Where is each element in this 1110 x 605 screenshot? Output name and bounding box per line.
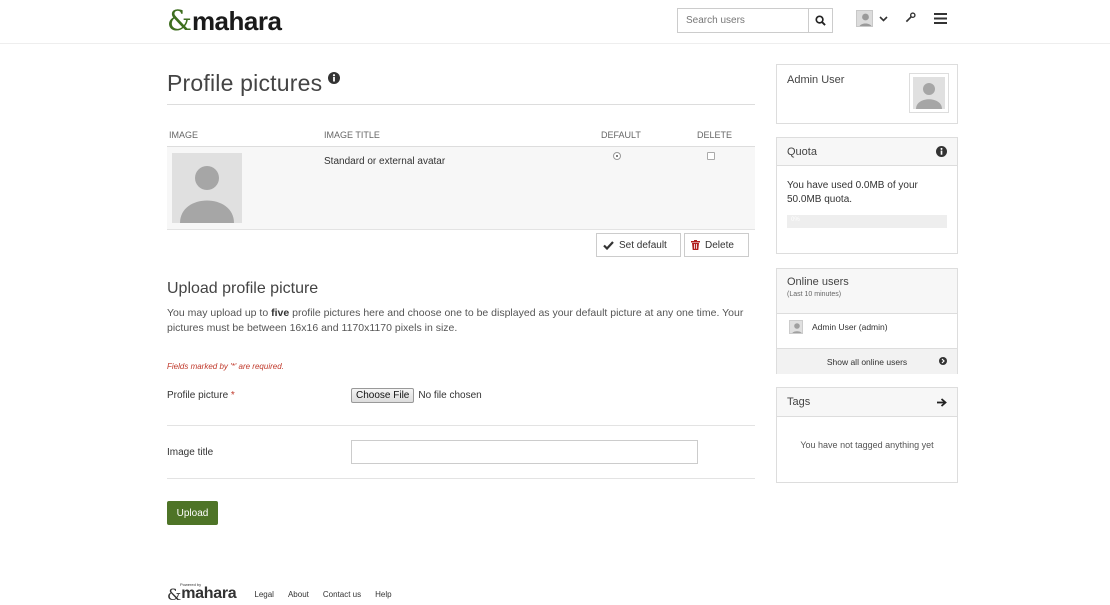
set-default-label: Set default [619,239,667,251]
user-profile-avatar[interactable] [909,73,949,113]
mahara-logo[interactable]: & mahara [167,4,282,37]
image-title-label: Image title [167,447,214,458]
info-icon[interactable] [328,72,340,84]
upload-heading: Upload profile picture [167,280,319,297]
search-button[interactable] [808,9,832,32]
user-panel-name[interactable]: Admin User [787,74,844,86]
quota-progress-bar: 0% [787,215,947,228]
user-menu-toggle[interactable] [856,10,888,27]
delete-label: Delete [705,239,734,251]
online-users-title: Online users [787,276,849,288]
tags-title: Tags [787,396,811,408]
quota-percent: 0% [791,217,800,223]
footer-link-about[interactable]: About [288,590,309,599]
online-users-panel: Online users (Last 10 minutes) Admin Use… [776,268,958,374]
user-search [677,8,833,33]
col-header-default: DEFAULT [601,122,697,147]
quota-title: Quota [787,145,817,158]
form-divider [167,478,755,479]
file-input: Choose File No file chosen [351,388,482,403]
upload-desc-bold: five [271,307,290,319]
arrow-right-icon [937,397,947,407]
hamburger-menu-icon[interactable] [934,13,947,24]
default-radio[interactable] [613,151,621,160]
choose-file-button[interactable]: Choose File [351,388,415,403]
show-all-label: Show all online users [826,356,908,367]
delete-cell [697,146,755,230]
page-title: Profile pictures [167,70,323,96]
form-divider [167,425,755,426]
no-file-text: No file chosen [418,390,482,401]
table-header-row: IMAGE IMAGE TITLE DEFAULT DELETE [167,122,755,147]
footer-logo-mark: & [167,585,182,604]
image-cell [167,146,324,230]
footer-link-help[interactable]: Help [375,590,391,599]
footer-link-contact[interactable]: Contact us [323,590,361,599]
set-default-button[interactable]: Set default [596,233,681,257]
tags-panel: Tags You have not tagged anything yet [776,387,958,483]
col-header-image-title: IMAGE TITLE [324,122,601,147]
profile-picture-label: Profile picture * [167,390,235,401]
default-avatar-image [172,152,242,223]
quota-text: You have used 0.0MB of your 50.0MB quota… [787,180,918,205]
logo-text: mahara [191,5,282,36]
powered-by-mahara-logo[interactable]: Powered by & mahara [167,582,237,604]
check-icon [603,240,614,250]
site-header: & mahara [0,0,1110,44]
user-avatar-icon [856,10,873,27]
col-header-image: IMAGE [167,122,324,147]
image-title-cell: Standard or external avatar [324,146,601,230]
site-footer: Powered by & mahara Legal About Contact … [167,582,406,604]
show-all-online-users-link[interactable]: Show all online users [777,348,957,374]
user-avatar-icon [789,320,803,334]
chevron-down-icon [879,15,888,22]
arrow-circle-right-icon [939,357,947,365]
quota-panel-header: Quota [777,138,957,166]
footer-logo-text: mahara [181,585,237,602]
profile-pictures-table: IMAGE IMAGE TITLE DEFAULT DELETE Standar… [167,122,755,230]
required-fields-note: Fields marked by '*' are required. [167,362,284,371]
search-icon [815,15,826,26]
col-header-delete: DELETE [697,122,755,147]
upload-desc-pre: You may upload up to [167,307,272,319]
powered-by-text: Powered by [180,582,202,587]
info-icon[interactable] [936,146,947,157]
upload-button[interactable]: Upload [167,501,218,525]
online-users-header: Online users (Last 10 minutes) [777,269,957,314]
tags-empty-text: You have not tagged anything yet [800,440,934,450]
search-input[interactable] [678,9,808,32]
quota-panel: Quota You have used 0.0MB of your 50.0MB… [776,137,958,254]
upload-description: You may upload up to five profile pictur… [167,306,747,336]
image-title-input[interactable] [351,440,698,464]
wrench-icon[interactable] [905,12,916,23]
trash-icon [691,240,700,250]
delete-checkbox[interactable] [707,151,715,160]
user-panel: Admin User [776,64,958,124]
table-row: Standard or external avatar [167,146,755,230]
required-star: * [230,390,235,401]
list-item[interactable]: Admin User (admin) [789,320,888,334]
online-user-name: Admin User (admin) [812,322,888,332]
footer-link-legal[interactable]: Legal [254,590,274,599]
logo-mark: & [167,4,192,37]
profile-picture-label-text: Profile picture [167,390,229,401]
title-divider [167,104,755,105]
online-users-subtitle: (Last 10 minutes) [787,291,842,298]
default-cell [601,146,697,230]
tags-header-link[interactable]: Tags [777,388,957,417]
delete-button[interactable]: Delete [684,233,749,257]
